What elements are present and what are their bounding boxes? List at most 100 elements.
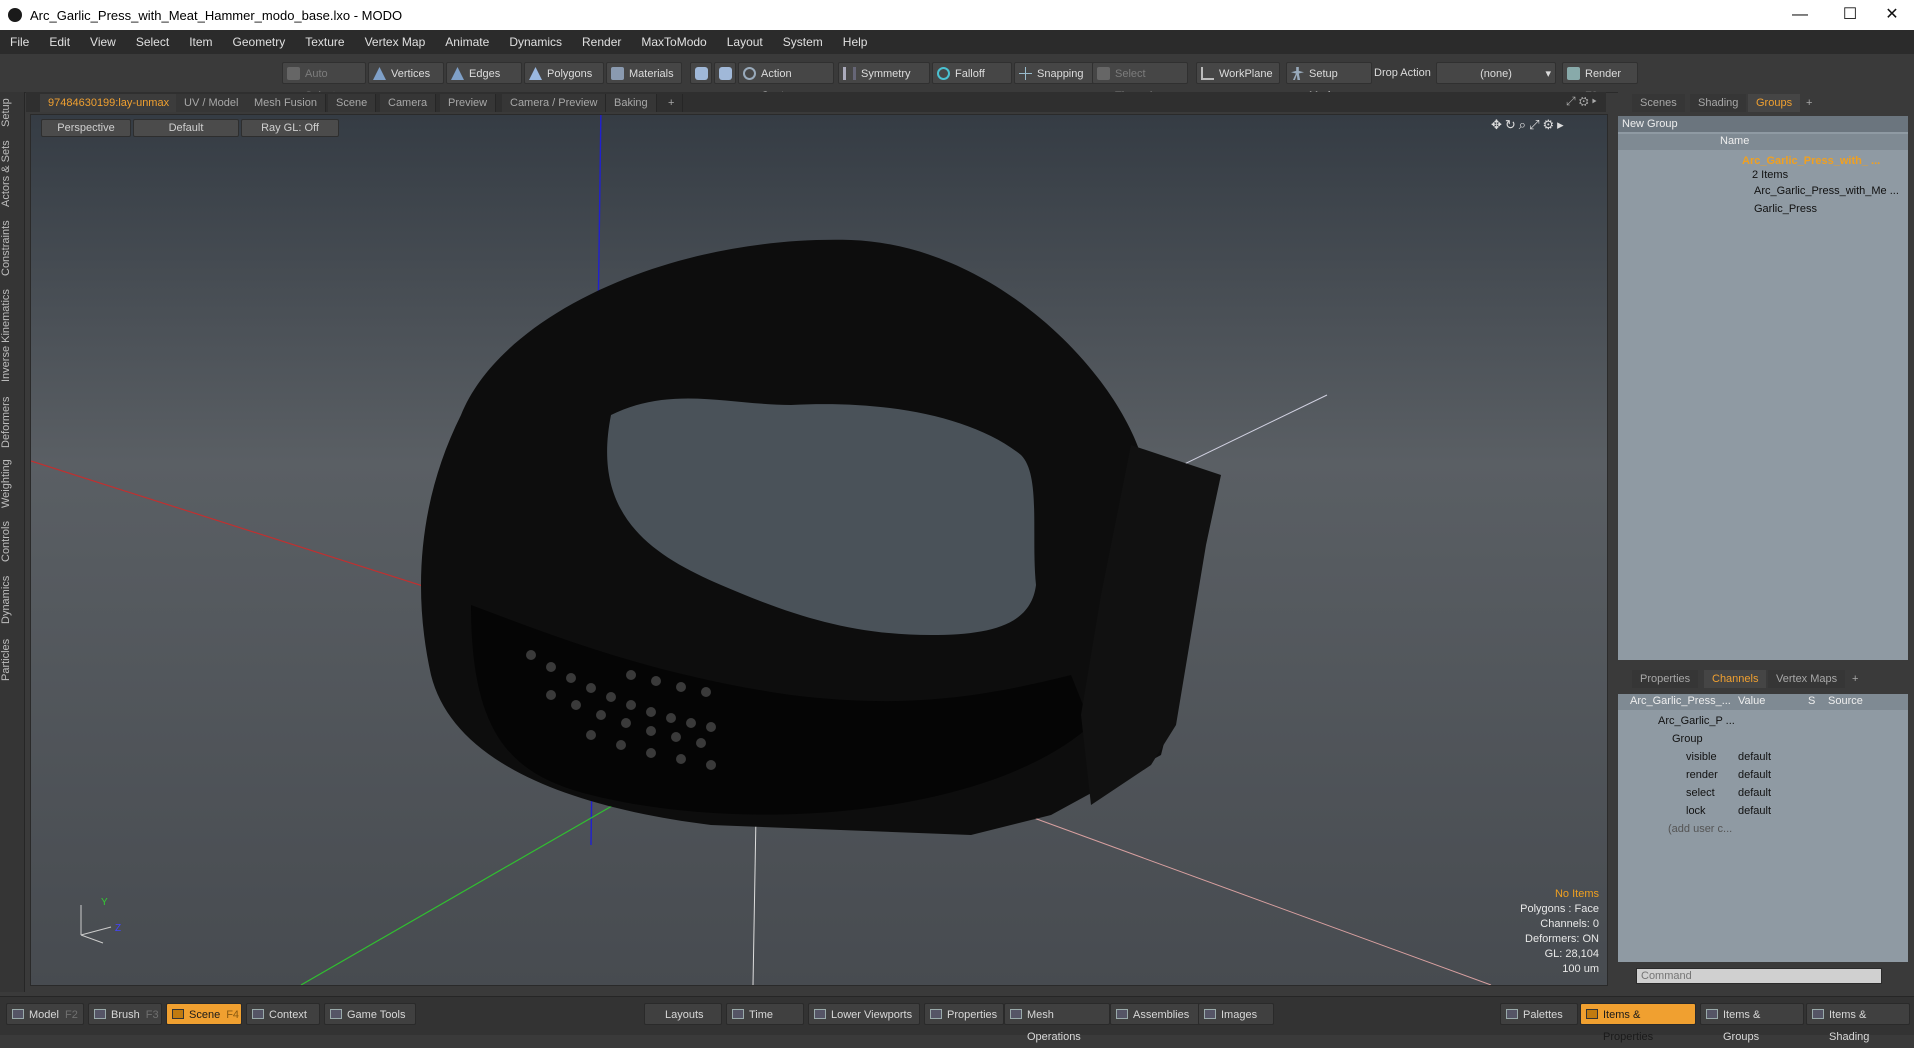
3d-viewport[interactable]: Perspective Default Ray GL: Off ✥↻⌕⤢⚙▸ Y… [30,114,1608,986]
tab-scene[interactable]: Scene [328,94,377,112]
channel-row-value[interactable]: default [1738,802,1771,820]
tab-camera-preview[interactable]: Camera / Preview [502,94,607,112]
lower-viewports-button[interactable]: Lower Viewports [808,1003,920,1025]
viewport-tab-tools-icon[interactable]: ⤢ ⚙ ▸ [1566,94,1597,109]
right-panel: Scenes Shading Groups + New Group Name A… [1618,92,1914,992]
tab-shading[interactable]: Shading [1690,94,1747,112]
render-button[interactable]: Render F9 [1562,62,1638,102]
channel-row-value[interactable]: default [1738,748,1771,766]
menu-texture[interactable]: Texture [295,30,354,54]
game-tools-button[interactable]: Game Tools [324,1003,416,1025]
menu-help[interactable]: Help [833,30,878,54]
menu-select[interactable]: Select [126,30,179,54]
group-child-mesh[interactable]: Arc_Garlic_Press_with_Me ... [1754,182,1899,200]
falloff-button[interactable]: Falloff [932,62,1012,84]
model-button[interactable]: Model F2 [6,1003,84,1025]
groups-header: Name [1618,134,1908,150]
add-bottom-tab-button[interactable]: + [1844,670,1866,688]
tab-layout-unmax[interactable]: 97484630199:lay-unmax [40,94,179,112]
workplane-icon [1201,67,1214,80]
brush-button[interactable]: Brush F3 [88,1003,162,1025]
new-group-button[interactable]: New Group [1618,116,1908,132]
tab-setup[interactable]: Setup [0,96,24,130]
items-shading-button[interactable]: Items & Shading [1806,1003,1910,1043]
name-column-header: Name [1720,135,1750,147]
menu-geometry[interactable]: Geometry [223,30,296,54]
tab-inverse-kinematics[interactable]: Inverse Kinematics [0,284,24,388]
tab-properties[interactable]: Properties [1632,670,1699,688]
menu-edit[interactable]: Edit [39,30,80,54]
menu-maxtomodo[interactable]: MaxToModo [631,30,716,54]
menu-vertex-map[interactable]: Vertex Map [355,30,436,54]
snap-toggle-2[interactable] [714,62,736,84]
game-tools-icon [330,1009,342,1019]
symmetry-button[interactable]: Symmetry [838,62,930,84]
snap-toggle-1[interactable] [690,62,712,84]
tab-controls[interactable]: Controls [0,518,24,566]
images-button[interactable]: Images [1198,1003,1274,1025]
auto-select-button[interactable]: Auto Select [282,62,366,102]
drop-action-select[interactable]: (none) ▾ [1436,62,1556,84]
items-groups-button[interactable]: Items & Groups [1700,1003,1804,1043]
materials-button[interactable]: Materials [606,62,682,84]
tab-mesh-fusion[interactable]: Mesh Fusion [246,94,326,112]
close-button[interactable]: ✕ [1870,4,1914,26]
properties-button[interactable]: Properties [924,1003,1004,1025]
materials-icon [611,67,624,80]
menu-file[interactable]: File [0,30,39,54]
vertices-button[interactable]: Vertices [368,62,444,84]
menu-system[interactable]: System [773,30,833,54]
snapping-button[interactable]: Snapping [1014,62,1096,84]
edges-button[interactable]: Edges [446,62,522,84]
menu-layout[interactable]: Layout [717,30,773,54]
tab-camera[interactable]: Camera [380,94,437,112]
menu-view[interactable]: View [80,30,126,54]
tab-deformers[interactable]: Deformers [0,394,24,450]
render-icon [1567,67,1580,80]
tab-constraints[interactable]: Constraints [0,218,24,278]
layouts-button[interactable]: Layouts [644,1003,722,1025]
channel-row-value[interactable]: default [1738,784,1771,802]
items-properties-button[interactable]: Items & Properties [1580,1003,1696,1043]
workplane-button[interactable]: WorkPlane [1196,62,1280,84]
channel-root[interactable]: Arc_Garlic_P ... [1658,712,1735,730]
group-child-garlic-press[interactable]: Garlic_Press [1754,200,1817,218]
select-through-icon [1097,67,1110,80]
polygons-button[interactable]: Polygons [524,62,604,84]
mesh-operations-icon [1010,1009,1022,1019]
tab-uv-model[interactable]: UV / Model [176,94,248,112]
tab-channels[interactable]: Channels [1704,670,1767,688]
mesh-operations-button[interactable]: Mesh Operations [1004,1003,1110,1043]
channel-row-value[interactable]: default [1738,766,1771,784]
command-input[interactable] [1636,968,1882,984]
add-tab-button[interactable]: + [660,94,684,112]
maximize-button[interactable]: ☐ [1828,4,1872,26]
channel-group[interactable]: Group [1672,730,1703,748]
menu-item[interactable]: Item [179,30,222,54]
tab-preview[interactable]: Preview [440,94,497,112]
channels-list: Arc_Garlic_Press_... Value S Source Arc_… [1618,694,1908,962]
palettes-button[interactable]: Palettes [1500,1003,1578,1025]
menu-dynamics[interactable]: Dynamics [499,30,572,54]
assemblies-button[interactable]: Assemblies [1110,1003,1200,1025]
tab-baking[interactable]: Baking [606,94,657,112]
scene-button[interactable]: Scene F4 [166,1003,242,1025]
tab-groups[interactable]: Groups [1748,94,1801,112]
tab-weighting[interactable]: Weighting [0,456,24,512]
minimize-button[interactable]: — [1778,4,1822,26]
tab-dynamics[interactable]: Dynamics [0,572,24,628]
setup-mode-button[interactable]: Setup Mode [1286,62,1372,102]
add-panel-tab-button[interactable]: + [1798,94,1820,112]
tab-scenes[interactable]: Scenes [1632,94,1685,112]
add-user-channel[interactable]: (add user c... [1668,820,1732,838]
time-button[interactable]: Time [726,1003,804,1025]
action-center-button[interactable]: Action Center [738,62,834,102]
menu-animate[interactable]: Animate [435,30,499,54]
menu-render[interactable]: Render [572,30,631,54]
select-through-button[interactable]: Select Through [1092,62,1188,102]
tab-particles[interactable]: Particles [0,634,24,686]
tab-vertex-maps[interactable]: Vertex Maps [1768,670,1846,688]
context-button[interactable]: Context [246,1003,320,1025]
polygons-icon [529,67,542,80]
tab-actors-sets[interactable]: Actors & Sets [0,136,24,212]
